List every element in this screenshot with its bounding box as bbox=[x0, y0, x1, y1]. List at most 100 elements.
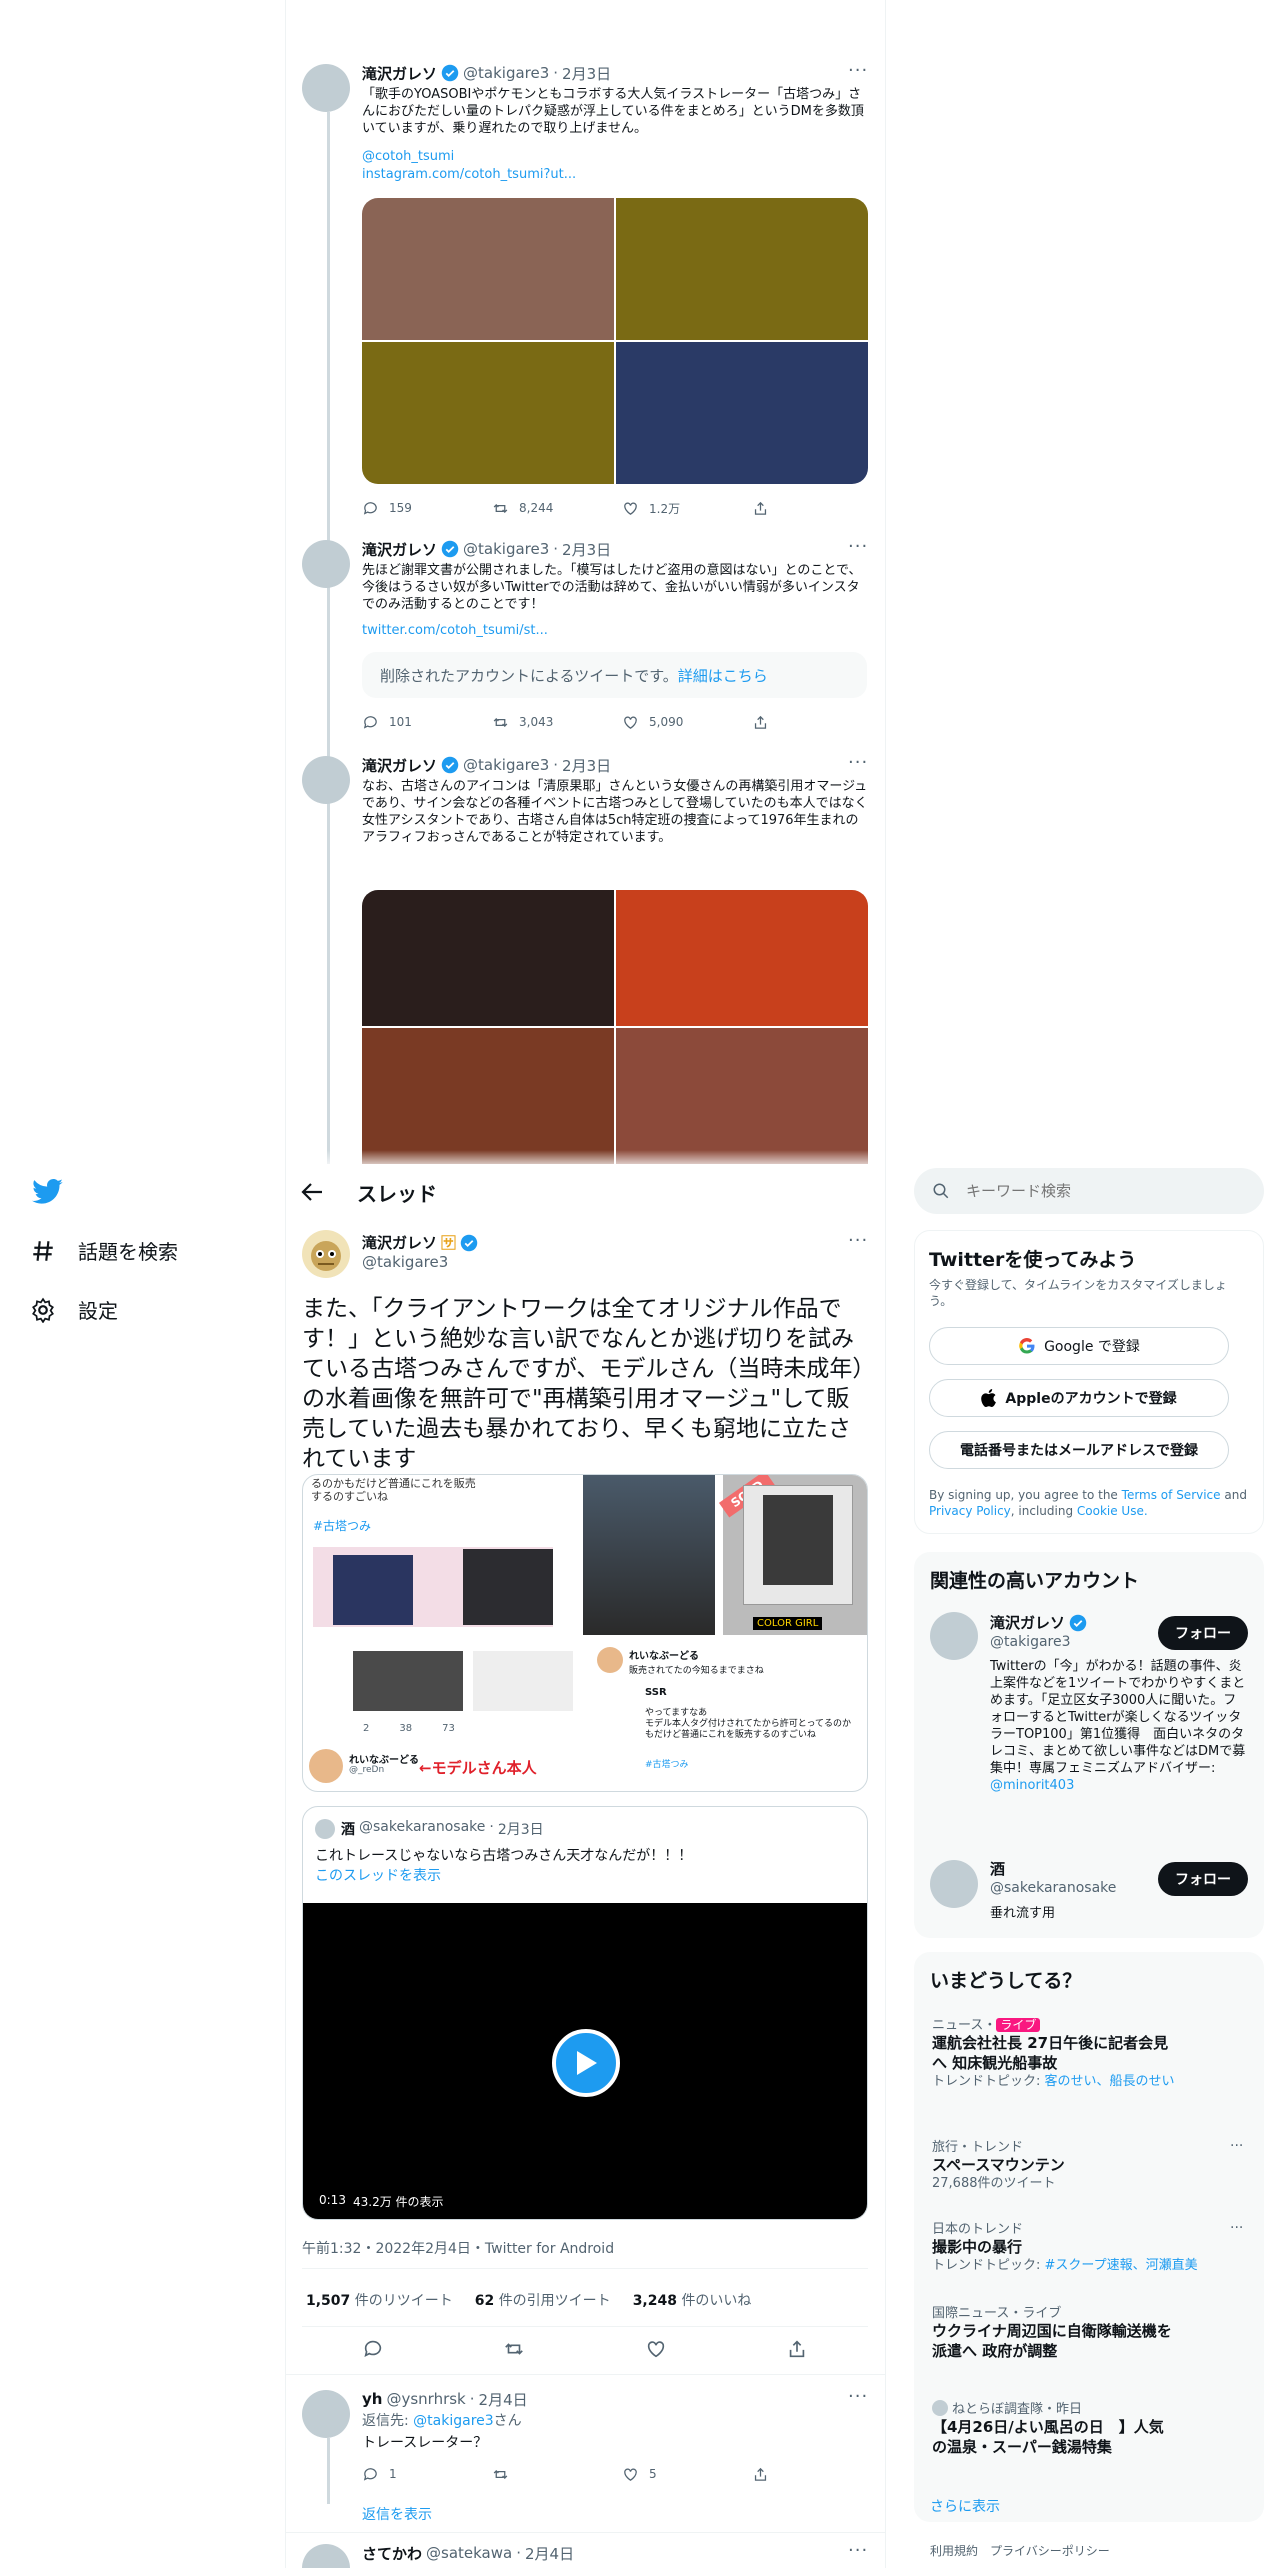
nav-explore[interactable]: 話題を検索 bbox=[30, 1236, 178, 1265]
show-thread-link[interactable]: このスレッドを表示 bbox=[315, 1865, 441, 1885]
share-button[interactable] bbox=[752, 2466, 882, 2483]
media-image[interactable] bbox=[362, 890, 614, 1026]
search-bar[interactable] bbox=[914, 1168, 1264, 1214]
tweet-date[interactable]: 2月4日 bbox=[525, 2543, 574, 2564]
phone-email-signup-button[interactable]: 電話番号またはメールアドレスで登録 bbox=[929, 1431, 1229, 1469]
cookie-link[interactable]: Cookie Use. bbox=[1077, 1504, 1148, 1518]
more-options-icon[interactable]: ··· bbox=[848, 60, 868, 81]
twitter-logo-icon[interactable] bbox=[32, 1178, 64, 1206]
mention-link[interactable]: @cotoh_tsumi bbox=[362, 148, 454, 165]
like-button[interactable]: 1.2万 bbox=[622, 500, 752, 517]
like-button[interactable]: 5 bbox=[622, 2466, 752, 2483]
author-name[interactable]: 滝沢ガレソ bbox=[362, 539, 437, 560]
avatar[interactable] bbox=[930, 1612, 978, 1660]
media-image[interactable] bbox=[362, 198, 614, 340]
author-name[interactable]: 滝沢ガレソ bbox=[362, 1232, 437, 1253]
video-player[interactable]: 0:13 43.2万 件の表示 bbox=[303, 1903, 867, 2219]
follow-button[interactable]: フォロー bbox=[1158, 1616, 1248, 1650]
more-options-icon[interactable]: ··· bbox=[848, 1230, 868, 1251]
heart-icon[interactable] bbox=[645, 2338, 667, 2360]
retweet-button[interactable] bbox=[492, 2466, 622, 2483]
like-button[interactable]: 5,090 bbox=[622, 714, 752, 731]
reply-to-link[interactable]: @takigare3 bbox=[413, 2413, 494, 2429]
retweet-button[interactable]: 8,244 bbox=[492, 500, 622, 517]
google-signup-button[interactable]: Google で登録 bbox=[929, 1327, 1229, 1365]
avatar[interactable] bbox=[302, 64, 350, 112]
tweet-date[interactable]: 2月3日 bbox=[562, 539, 611, 560]
media-image[interactable] bbox=[616, 1028, 868, 1164]
author-handle[interactable]: @satekawa bbox=[426, 2544, 512, 2562]
retweet-stat[interactable]: 1,507 件のリツイート bbox=[306, 2290, 453, 2310]
more-options-icon[interactable]: ··· bbox=[848, 2386, 868, 2407]
terms-link[interactable]: Terms of Service bbox=[1122, 1488, 1221, 1502]
avatar[interactable] bbox=[302, 1230, 350, 1278]
avatar[interactable] bbox=[302, 540, 350, 588]
nav-settings[interactable]: 設定 bbox=[30, 1295, 118, 1324]
search-input[interactable] bbox=[966, 1182, 1226, 1200]
account-handle[interactable]: @takigare3 bbox=[990, 1634, 1071, 1650]
media-image[interactable] bbox=[616, 890, 868, 1026]
author-name[interactable]: yh bbox=[362, 2390, 382, 2408]
trend-item[interactable]: 日本のトレンド 撮影中の暴行 トレンドトピック: #スクープ速報、河瀬直美 bbox=[932, 2218, 1232, 2275]
privacy-link[interactable]: Privacy Policy bbox=[929, 1504, 1011, 1518]
tweet-date[interactable]: 2月4日 bbox=[479, 2389, 528, 2410]
avatar[interactable] bbox=[930, 1860, 978, 1908]
bio-link[interactable]: @minorit403 bbox=[990, 1778, 1074, 1793]
author-name[interactable]: 滝沢ガレソ bbox=[362, 63, 437, 84]
reply-button[interactable]: 159 bbox=[362, 500, 492, 517]
like-stat[interactable]: 3,248 件のいいね bbox=[633, 2290, 752, 2310]
more-options-icon[interactable]: ··· bbox=[848, 752, 868, 773]
back-arrow-icon[interactable] bbox=[300, 1182, 324, 1202]
tweet-timestamp[interactable]: 午前1:32・2022年2月4日・Twitter for Android bbox=[302, 2238, 614, 2258]
retweet-icon[interactable] bbox=[503, 2338, 525, 2360]
avatar[interactable] bbox=[302, 2544, 350, 2568]
trend-item[interactable]: ねとらぼ調査隊・昨日 【4月26日/よい風呂の日 】人気の温泉・スーパー銭湯特集 bbox=[932, 2398, 1232, 2457]
reply-icon[interactable] bbox=[362, 2338, 384, 2360]
follow-button[interactable]: フォロー bbox=[1158, 1862, 1248, 1896]
author-handle[interactable]: @takigare3 bbox=[463, 756, 549, 774]
quoted-tweet[interactable]: 酒 @sakekaranosake · 2月3日 これトレースじゃないなら古塔つ… bbox=[302, 1806, 868, 2220]
author-handle[interactable]: @takigare3 bbox=[463, 64, 549, 82]
tweet-image[interactable]: るのかもだけど普通にこれを販売するのすごいね #古塔つみ SOLD COLOR … bbox=[302, 1474, 868, 1792]
footer-terms-link[interactable]: 利用規約 bbox=[930, 2542, 978, 2559]
share-button[interactable] bbox=[752, 500, 882, 517]
media-image[interactable] bbox=[616, 342, 868, 484]
media-image[interactable] bbox=[362, 342, 614, 484]
trend-item[interactable]: ニュース・ ライブ 運航会社社長 27日午後に記者会見へ 知床観光船事故 トレンド… bbox=[932, 2014, 1232, 2091]
author-name[interactable]: さてかわ bbox=[362, 2543, 422, 2564]
url-link[interactable]: twitter.com/cotoh_tsumi/st... bbox=[362, 622, 548, 639]
play-button[interactable] bbox=[552, 2029, 620, 2097]
trend-item[interactable]: 国際ニュース・ライブ ウクライナ周辺国に自衛隊輸送機を派遣へ 政府が調整 bbox=[932, 2302, 1232, 2361]
apple-signup-button[interactable]: Appleのアカウントで登録 bbox=[929, 1379, 1229, 1417]
more-options-icon[interactable]: ··· bbox=[1230, 2138, 1243, 2154]
reply-button[interactable]: 101 bbox=[362, 714, 492, 731]
show-replies-link[interactable]: 返信を表示 bbox=[362, 2504, 432, 2524]
account-name[interactable]: 滝沢ガレソ bbox=[990, 1612, 1065, 1633]
author-name[interactable]: 滝沢ガレソ bbox=[362, 755, 437, 776]
tweet-date[interactable]: 2月3日 bbox=[562, 755, 611, 776]
tweet-date[interactable]: 2月3日 bbox=[562, 63, 611, 84]
learn-more-link[interactable]: 詳細はこちら bbox=[678, 667, 768, 685]
account-name[interactable]: 酒 bbox=[990, 1858, 1005, 1879]
author-handle[interactable]: @ysnrhrsk bbox=[386, 2390, 465, 2408]
avatar[interactable] bbox=[302, 756, 350, 804]
show-more-link[interactable]: さらに表示 bbox=[930, 2496, 1000, 2516]
retweet-button[interactable]: 3,043 bbox=[492, 714, 622, 731]
tweet-media-grid[interactable] bbox=[362, 198, 868, 484]
author-handle[interactable]: @takigare3 bbox=[362, 1253, 448, 1271]
share-icon[interactable] bbox=[786, 2338, 808, 2360]
reply-button[interactable]: 1 bbox=[362, 2466, 492, 2483]
author-handle[interactable]: @takigare3 bbox=[463, 540, 549, 558]
more-options-icon[interactable]: ··· bbox=[1230, 2220, 1243, 2236]
more-options-icon[interactable]: ··· bbox=[848, 2540, 868, 2561]
trend-item[interactable]: 旅行・トレンド スペースマウンテン 27,688件のツイート bbox=[932, 2136, 1232, 2193]
media-image[interactable] bbox=[362, 1028, 614, 1164]
account-handle[interactable]: @sakekaranosake bbox=[990, 1880, 1116, 1896]
more-options-icon[interactable]: ··· bbox=[848, 536, 868, 557]
footer-privacy-link[interactable]: プライバシーポリシー bbox=[990, 2542, 1110, 2559]
quote-stat[interactable]: 62 件の引用ツイート bbox=[475, 2290, 611, 2310]
tweet-media-grid[interactable] bbox=[362, 890, 868, 1164]
avatar[interactable] bbox=[302, 2390, 350, 2438]
url-link[interactable]: instagram.com/cotoh_tsumi?ut... bbox=[362, 166, 576, 183]
share-button[interactable] bbox=[752, 714, 882, 731]
